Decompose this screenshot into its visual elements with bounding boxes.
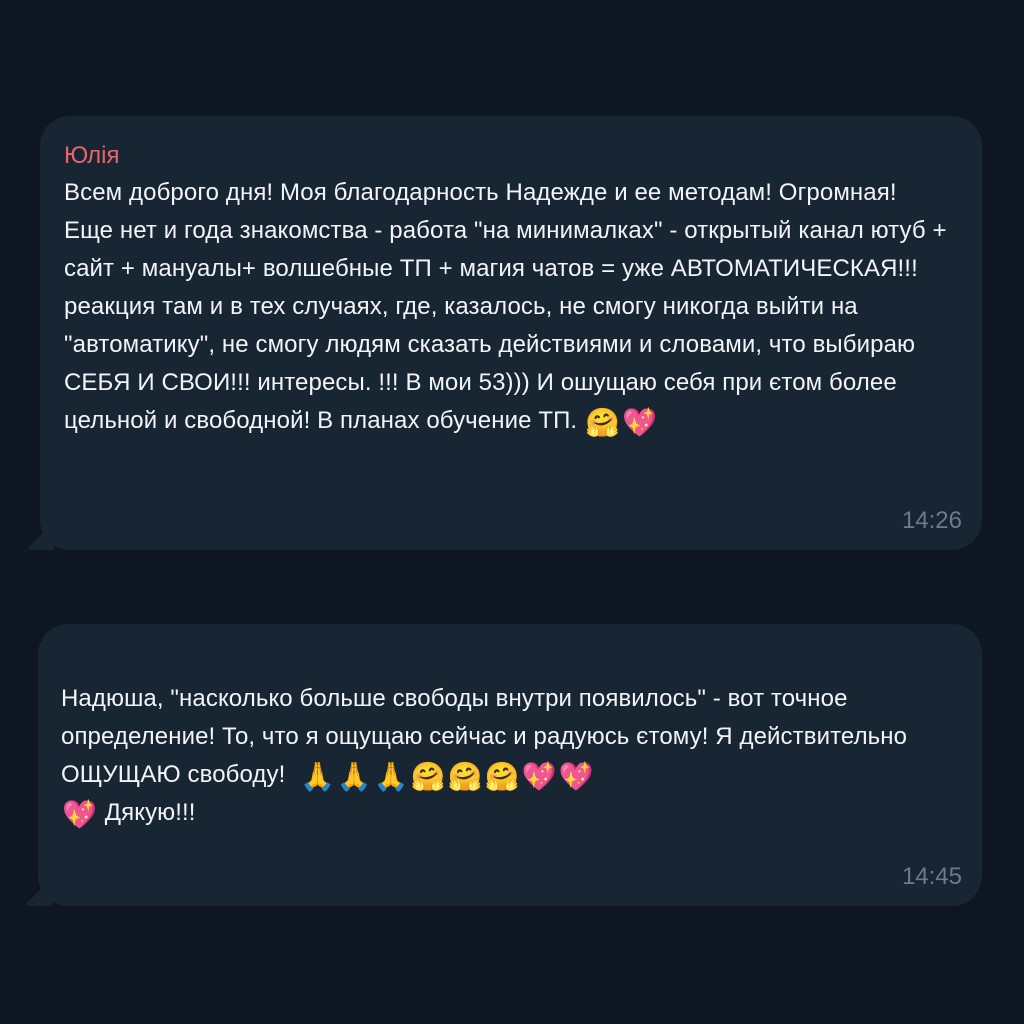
folded-hands-emoji: 🙏 [336,760,372,793]
sender-name[interactable]: Юлія [64,140,952,172]
bubble-tail [24,878,52,906]
sparkling-heart-emoji: 💖 [62,798,97,831]
bubble-tail [26,522,54,550]
sparkling-heart-emoji: 💖 [521,760,557,793]
hugging-face-emoji: 🤗 [447,760,483,793]
message-bubble[interactable]: Надюша, "насколько больше свободы внутри… [24,624,982,906]
message-text: Надюша, "насколько больше свободы внутри… [61,680,952,832]
sparkling-heart-emoji: 💖 [558,760,594,793]
message-timestamp: 14:45 [901,863,962,890]
message-timestamp: 14:26 [901,507,962,534]
hugging-face-emoji: 🤗 [410,760,446,793]
folded-hands-emoji: 🙏 [373,760,409,793]
message-text: Всем доброго дня! Моя благодарность Наде… [64,174,952,440]
message-body: Всем доброго дня! Моя благодарность Наде… [64,179,947,434]
hugging-face-emoji: 🤗 [484,760,520,793]
hugging-face-emoji: 🤗 [584,406,620,439]
sparkling-heart-emoji: 💖 [621,406,657,439]
message-body-end: Дякую!!! [104,799,196,826]
message-bubble[interactable]: Юлія Всем доброго дня! Моя благодарность… [26,116,982,550]
folded-hands-emoji: 🙏 [299,760,335,793]
